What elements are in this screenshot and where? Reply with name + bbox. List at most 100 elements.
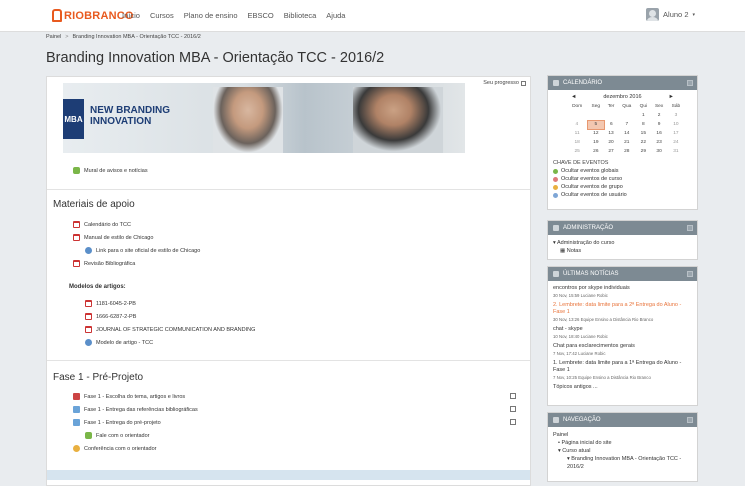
resource-label: Manual de estilo de Chicago (84, 234, 154, 241)
news-older-topics-link[interactable]: Tópicos antigos ... (553, 384, 692, 390)
resource-label: 1181-6045-2-PB (96, 300, 136, 307)
calendar-day[interactable]: 12 (587, 129, 604, 138)
activity-fase1-referencias[interactable]: Fase 1 - Entrega das referências bibliog… (73, 406, 198, 413)
calendar-day[interactable]: 29 (636, 147, 651, 156)
news-title[interactable]: encontros por skype individuais (553, 285, 692, 292)
news-title[interactable]: 2. Lembrete: data limite para a 2ª Entre… (553, 302, 692, 316)
calendar-day[interactable]: 18 (567, 138, 587, 147)
nav-item-cursos[interactable]: Cursos (150, 11, 174, 20)
nav-item-plano-de-ensino[interactable]: Plano de ensino (184, 11, 238, 20)
calendar-day[interactable]: 11 (567, 129, 587, 138)
calendar-day[interactable]: 24 (667, 138, 684, 147)
calendar-day[interactable]: 8 (636, 120, 651, 129)
calendar-day (587, 111, 604, 120)
resource-calendario-tcc[interactable]: Calendário do TCC (73, 221, 131, 228)
banner-photo-person-2 (353, 87, 443, 153)
news-item[interactable]: 2. Lembrete: data limite para a 2ª Entre… (553, 302, 692, 323)
calendar-day[interactable]: 15 (636, 129, 651, 138)
calendar-day[interactable]: 13 (604, 129, 617, 138)
resource-artigo-1666[interactable]: 1666-6287-2-PB (85, 313, 136, 320)
collapse-icon[interactable] (687, 271, 693, 277)
resource-revisao-bibliografica[interactable]: Revisão Bibliográfica (73, 260, 135, 267)
user-menu[interactable]: Aluno 2 ▾ (646, 8, 695, 21)
nav-item-ebsco[interactable]: EBSCO (248, 11, 274, 20)
calendar-day[interactable]: 19 (587, 138, 604, 147)
calendar-day[interactable]: 30 (651, 147, 668, 156)
activity-forum-mural[interactable]: Mural de avisos e notícias (73, 167, 148, 174)
admin-item-course-admin[interactable]: ▾ Administração do curso (553, 239, 692, 247)
calendar-day[interactable]: 2 (651, 111, 668, 120)
calendar-day[interactable]: 1 (636, 111, 651, 120)
calendar-day[interactable]: 16 (651, 129, 668, 138)
activity-conferencia-orientador[interactable]: Conferência com o orientador (73, 445, 156, 452)
resource-manual-chicago[interactable]: Manual de estilo de Chicago (73, 234, 153, 241)
news-item[interactable]: chat - skype 10 Nov, 18:40 Luciane Robic (553, 326, 692, 340)
calendar-day[interactable]: 21 (618, 138, 636, 147)
nav-item-inicio[interactable]: Início (122, 11, 140, 20)
completion-checkbox[interactable] (510, 406, 516, 412)
event-key-item[interactable]: Ocultar eventos de grupo (553, 184, 692, 190)
calendar-day[interactable]: 9 (651, 120, 668, 129)
resource-modelo-artigo-tcc[interactable]: Modelo de artigo - TCC (85, 339, 153, 346)
nav-tree-current-course[interactable]: ▾ Branding Innovation MBA - Orientação T… (553, 455, 692, 471)
completion-checkbox[interactable] (510, 393, 516, 399)
block-header: NAVEGAÇÃO (548, 413, 697, 427)
activity-fase1-pre-projeto[interactable]: Fase 1 - Entrega do pré-projeto (73, 419, 161, 426)
nav-item-biblioteca[interactable]: Biblioteca (284, 11, 317, 20)
resource-journal-strategic[interactable]: JOURNAL OF STRATEGIC COMMUNICATION AND B… (85, 326, 255, 333)
news-list: encontros por skype individuais 30 Nov, 1… (548, 281, 697, 394)
calendar-day[interactable]: 28 (618, 147, 636, 156)
calendar-day[interactable]: 10 (667, 120, 684, 129)
calendar-day[interactable]: 25 (567, 147, 587, 156)
activity-fale-orientador[interactable]: Fale com o orientador (85, 432, 150, 439)
calendar-day[interactable]: 7 (618, 120, 636, 129)
news-title[interactable]: 1. Lembrete: data limite para a 1ª Entre… (553, 360, 692, 374)
calendar-day[interactable]: 27 (604, 147, 617, 156)
event-color-dot-icon (553, 184, 558, 190)
news-item[interactable]: Chat para esclarecimentos gerais 7 Nov, 1… (553, 343, 692, 357)
calendar-day[interactable]: 6 (604, 120, 617, 129)
progress-label: Seu progresso (483, 80, 519, 86)
activity-fase1-escolha-tema[interactable]: Fase 1 - Escolha do tema, artigos e livr… (73, 393, 185, 400)
calendar-day[interactable]: 17 (667, 129, 684, 138)
breadcrumb-item-painel[interactable]: Painel (46, 34, 61, 40)
admin-item-label: Notas (566, 248, 582, 254)
calendar-day[interactable]: 14 (618, 129, 636, 138)
completion-checkbox[interactable] (510, 419, 516, 425)
news-title[interactable]: chat - skype (553, 326, 692, 333)
collapse-icon[interactable] (687, 417, 693, 423)
calendar-weekday: Dom (572, 104, 583, 109)
resource-label: JOURNAL OF STRATEGIC COMMUNICATION AND B… (96, 326, 256, 333)
news-title[interactable]: Chat para esclarecimentos gerais (553, 343, 692, 350)
prev-month-icon[interactable]: ◄ (571, 94, 576, 100)
resource-artigo-1181[interactable]: 1181-6045-2-PB (85, 300, 136, 307)
calendar-day[interactable]: 26 (587, 147, 604, 156)
nav-item-ajuda[interactable]: Ajuda (326, 11, 345, 20)
event-key-item[interactable]: Ocultar eventos globais (553, 168, 692, 174)
collapse-icon[interactable] (687, 80, 693, 86)
calendar-day[interactable]: 5 (586, 119, 605, 130)
breadcrumb-item-course[interactable]: Branding Innovation MBA - Orientação TCC… (73, 34, 201, 40)
breadcrumb: Painel > Branding Innovation MBA - Orienta… (46, 34, 201, 40)
calendar-day[interactable]: 4 (567, 120, 587, 129)
link-site-chicago[interactable]: Link para o site oficial de estilo de Ch… (85, 247, 200, 254)
news-item[interactable]: encontros por skype individuais 30 Nov, 1… (553, 285, 692, 299)
collapse-icon[interactable] (687, 225, 693, 231)
calendar-day (567, 111, 587, 120)
calendar-month[interactable]: dezembro 2016 (603, 94, 641, 100)
nav-tree-curso-atual[interactable]: ▾ Curso atual (553, 447, 692, 455)
next-month-icon[interactable]: ► (669, 94, 674, 100)
event-color-dot-icon (553, 192, 558, 198)
admin-item-notas[interactable]: ▦ Notas (553, 247, 692, 255)
news-item[interactable]: 1. Lembrete: data limite para a 1ª Entre… (553, 360, 692, 381)
help-icon[interactable] (521, 80, 526, 86)
calendar-day[interactable]: 31 (667, 147, 684, 156)
calendar-day[interactable]: 22 (636, 138, 651, 147)
calendar-day[interactable]: 20 (604, 138, 617, 147)
calendar-day[interactable]: 23 (651, 138, 668, 147)
nav-tree-site-home[interactable]: • Página inicial do site (553, 439, 692, 447)
event-key-item[interactable]: Ocultar eventos de curso (553, 176, 692, 182)
event-key-item[interactable]: Ocultar eventos de usuário (553, 192, 692, 198)
calendar-day[interactable]: 3 (667, 111, 684, 120)
nav-tree-painel[interactable]: Painel (553, 431, 692, 439)
